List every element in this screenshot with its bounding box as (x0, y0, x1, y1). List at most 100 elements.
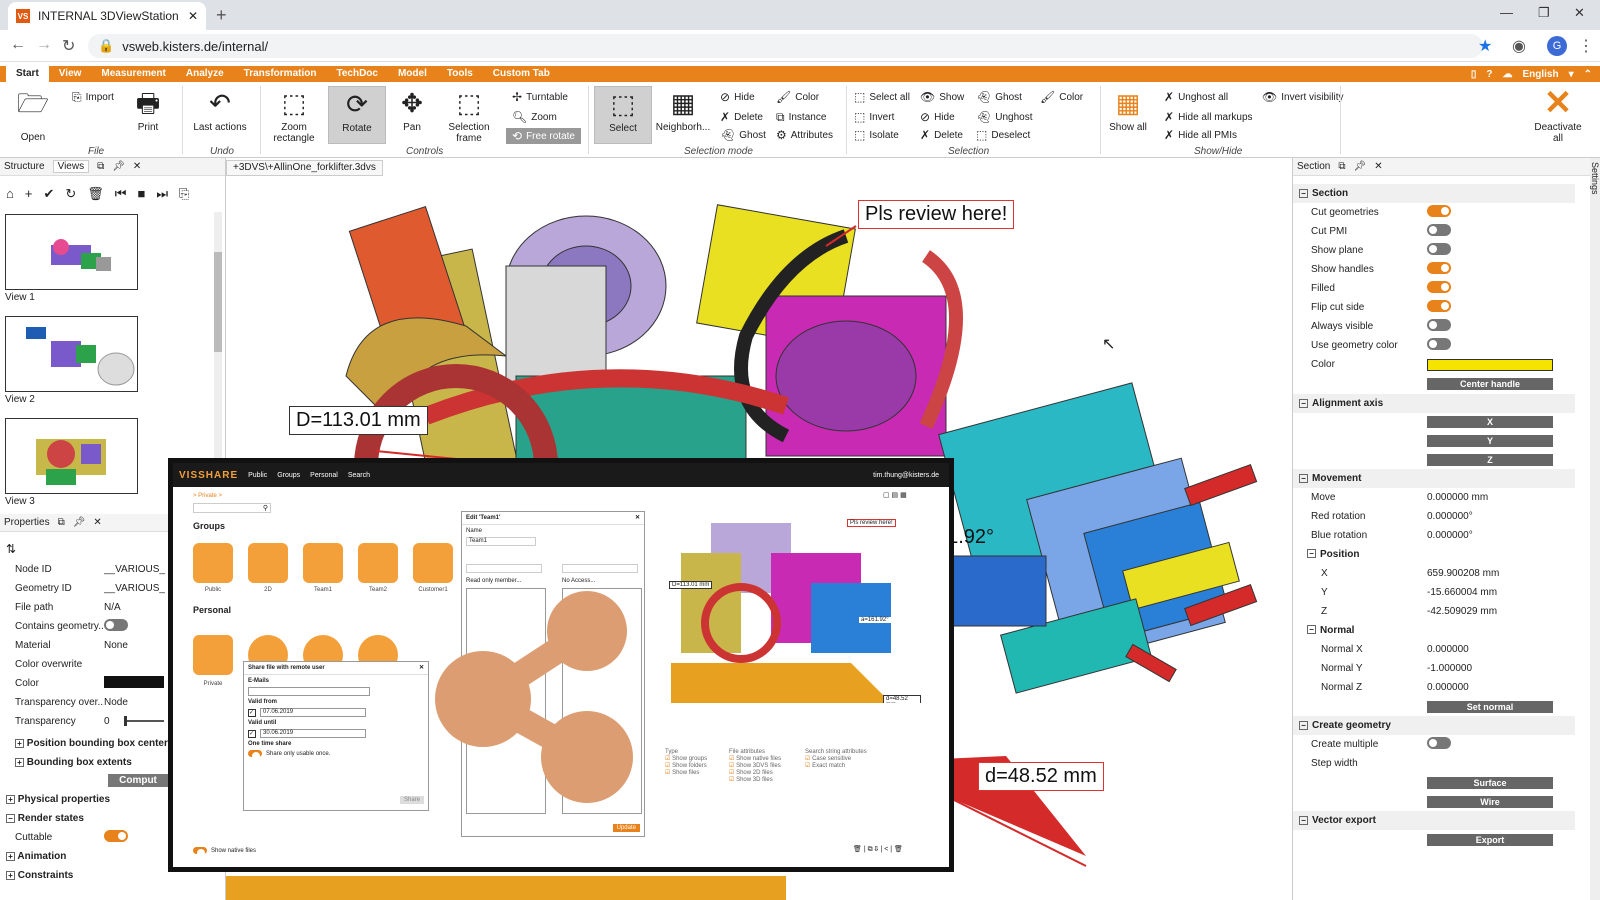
axis-z-button[interactable]: Z (1427, 453, 1553, 466)
pan-button[interactable]: ✥ Pan (392, 86, 432, 133)
filter-checkbox[interactable]: ☑ Show 2D files (729, 769, 781, 776)
invert-visibility-button[interactable]: 👁︎ Invert visibility (1262, 90, 1343, 104)
stop-icon[interactable]: ■ (137, 186, 145, 202)
mini-3d-preview[interactable]: Pls review here! D=113.01 mm a=161.92° d… (651, 513, 921, 703)
help-icon[interactable]: ? (1486, 69, 1492, 80)
tab-structure[interactable]: Structure (4, 161, 45, 172)
section-color-swatch[interactable] (1427, 358, 1553, 371)
filter-checkbox[interactable]: ☑ Show groups (665, 755, 707, 762)
member-search-input[interactable] (466, 564, 542, 573)
name-input[interactable]: Team1 (466, 537, 536, 546)
normal-z-value[interactable]: 0.000000 (1427, 682, 1575, 693)
refresh-icon[interactable]: ↻ (65, 186, 76, 202)
file-tab[interactable]: +3DVS\+AllinOne_forklifter.3dvs (226, 160, 383, 176)
close-icon[interactable]: ✕ (419, 664, 424, 671)
valid-from-input[interactable]: 07.06.2019 (260, 708, 366, 717)
position-z-value[interactable]: -42.509029 mm (1427, 606, 1575, 617)
rewind-icon[interactable]: ⏮ (115, 186, 127, 202)
use-geometry-color-toggle[interactable] (1427, 338, 1451, 350)
menu-measurement[interactable]: Measurement (91, 66, 175, 82)
set-normal-button[interactable]: Set normal (1427, 700, 1553, 713)
section-group-header[interactable]: − Section (1293, 184, 1575, 203)
normal-y-value[interactable]: -1.000000 (1427, 663, 1575, 674)
valid-until-input[interactable]: 30.06.2019 (260, 729, 366, 738)
axis-y-button[interactable]: Y (1427, 434, 1553, 447)
add-icon[interactable]: + (25, 186, 33, 202)
extension-icon[interactable]: ◉ (1512, 36, 1526, 56)
menu-analyze[interactable]: Analyze (176, 66, 234, 82)
url-field[interactable]: 🔒 vsweb.kisters.de/internal/ (88, 34, 1483, 58)
axis-x-button[interactable]: X (1427, 415, 1553, 428)
zoom-button[interactable]: 🔍︎ Zoom (512, 110, 557, 124)
red-rotation-value[interactable]: 0.000000° (1427, 511, 1575, 522)
menu-start[interactable]: Start (6, 66, 49, 82)
contains-geometry-toggle[interactable] (104, 618, 128, 631)
markup-callout-review[interactable]: Pls review here! (858, 200, 1015, 229)
wire-button[interactable]: Wire (1427, 795, 1553, 808)
create-geometry-group-header[interactable]: − Create geometry (1293, 716, 1575, 735)
mobile-icon[interactable]: ▯ (1471, 69, 1477, 80)
alignment-group-header[interactable]: − Alignment axis (1293, 394, 1575, 413)
position-x-value[interactable]: 659.900208 mm (1427, 568, 1575, 579)
deselect-button[interactable]: ⬚ Deselect (976, 128, 1030, 142)
export-button[interactable]: Export (1427, 833, 1553, 846)
position-y-value[interactable]: -15.660004 mm (1427, 587, 1575, 598)
filter-checkbox[interactable]: ☑ Show native files (729, 755, 781, 762)
mode-delete-button[interactable]: ✗ Delete (720, 110, 763, 124)
neighborhood-button[interactable]: ▦ Neighborh... (656, 86, 710, 133)
browser-menu-icon[interactable]: ⋮ (1578, 36, 1594, 56)
undock-icon[interactable]: ⧉ (97, 161, 104, 172)
browser-tab[interactable]: VS INTERNAL 3DViewStation WebV ✕ (8, 2, 206, 30)
create-multiple-toggle[interactable] (1427, 737, 1451, 749)
private-shield-icon[interactable] (193, 635, 233, 675)
reload-icon[interactable]: ↻ (62, 36, 75, 56)
section-physical-properties[interactable]: + Physical properties (0, 790, 168, 808)
show-handles-toggle[interactable] (1427, 262, 1451, 274)
filter-checkbox[interactable]: ☑ Show 3D files (729, 776, 781, 783)
mode-instance-button[interactable]: ⧉ Instance (776, 110, 826, 125)
menu-model[interactable]: Model (388, 66, 437, 82)
section-render-states[interactable]: − Render states (0, 809, 168, 827)
zoom-rectangle-button[interactable]: ⬚ Zoom rectangle (266, 86, 322, 144)
view-thumbnail-1[interactable] (5, 214, 138, 290)
new-tab-icon[interactable]: + (216, 5, 227, 26)
update-button[interactable]: Update (612, 824, 640, 832)
flip-cut-side-toggle[interactable] (1427, 300, 1451, 312)
select-button[interactable]: ⬚ Select (594, 86, 652, 144)
bookmark-star-icon[interactable]: ★ (1478, 36, 1492, 56)
section-position-bbox[interactable]: + Position bounding box center (0, 734, 168, 752)
dimension-callout-distance[interactable]: d=48.52 mm (978, 762, 1104, 791)
show-button[interactable]: 👁︎ Show (920, 90, 964, 104)
view-thumbnail-3[interactable] (5, 418, 138, 494)
section-bbox-extents[interactable]: + Bounding box extents (0, 753, 168, 771)
close-icon[interactable]: ✕ (133, 161, 141, 172)
filter-checkbox[interactable]: ☑ Show folders (665, 762, 707, 769)
print-button[interactable]: 🖶 Print (128, 86, 168, 133)
team-icon[interactable] (358, 543, 398, 583)
undock-icon[interactable]: ⧉ (1338, 161, 1345, 172)
ghost-button[interactable]: 👻︎ Ghost (976, 90, 1022, 104)
nav-personal[interactable]: Personal (310, 472, 338, 479)
deactivate-all-button[interactable]: ✕ Deactivate all (1532, 86, 1584, 144)
language-select[interactable]: English (1522, 69, 1558, 80)
mode-attributes-button[interactable]: ⚙ Attributes (776, 128, 833, 142)
pin-icon[interactable]: 📌︎ (1354, 161, 1367, 172)
surface-button[interactable]: Surface (1427, 776, 1553, 789)
mode-ghost-button[interactable]: 👻︎ Ghost (720, 128, 766, 142)
dimension-callout-diameter[interactable]: D=113.01 mm (289, 406, 428, 435)
select-all-button[interactable]: ⬚ Select all (854, 90, 910, 104)
delete-button[interactable]: ✗ Delete (920, 128, 963, 142)
mode-color-button[interactable]: 🖌︎ Color (776, 90, 819, 104)
section-animation[interactable]: + Animation (0, 847, 168, 865)
cut-geometries-toggle[interactable] (1427, 205, 1451, 217)
minimize-icon[interactable]: — (1500, 5, 1513, 20)
bottom-toolbar-icons[interactable]: 🗑︎ | ⧉ ⇩ | < | 🗑︎ (853, 845, 903, 854)
checkbox[interactable]: ✓ (248, 708, 256, 717)
back-icon[interactable]: ← (10, 36, 26, 54)
trash-icon[interactable]: 🗑︎ (87, 186, 104, 202)
last-actions-button[interactable]: ↶ Last actions (190, 86, 250, 133)
emails-input[interactable] (248, 687, 370, 696)
menu-transformation[interactable]: Transformation (234, 66, 327, 82)
unghost-all-button[interactable]: ✗ Unghost all (1164, 90, 1228, 104)
restore-icon[interactable]: ❐ (1538, 5, 1550, 21)
